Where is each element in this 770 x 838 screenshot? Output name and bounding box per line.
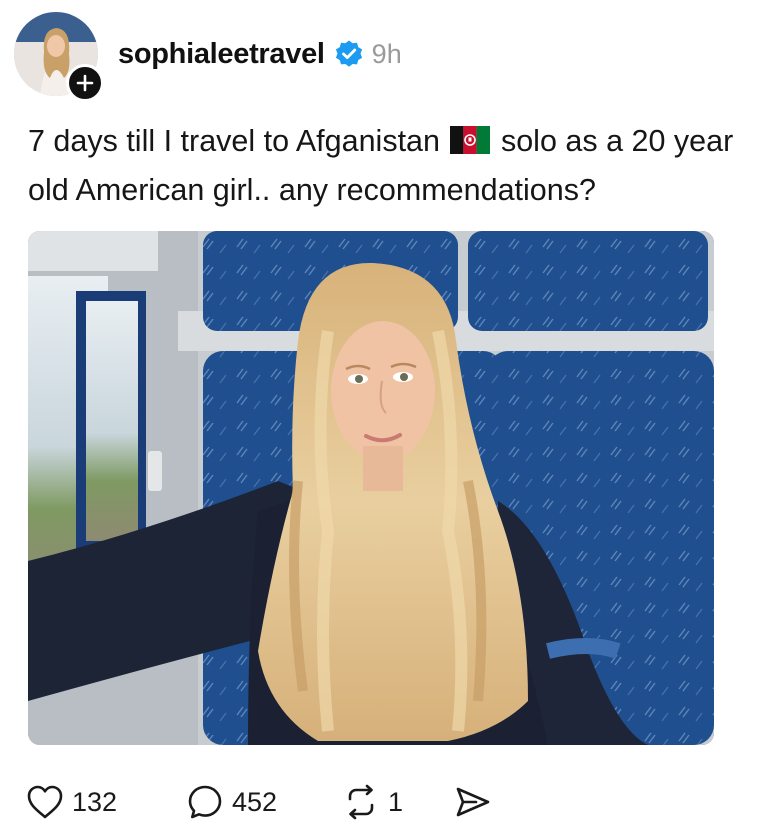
post-header: sophialeetravel 9h (118, 34, 402, 74)
post-timestamp: 9h (371, 38, 402, 69)
selfie-photo (28, 231, 714, 745)
heart-icon (27, 785, 63, 819)
share-button[interactable] (454, 784, 492, 820)
plus-icon (76, 74, 94, 92)
send-icon (456, 787, 490, 817)
post-photo[interactable] (28, 231, 714, 745)
repost-count: 1 (388, 786, 404, 817)
reply-count: 452 (232, 786, 278, 817)
avatar-container[interactable] (14, 12, 104, 102)
comment-icon (188, 785, 222, 819)
post-caption: 7 days till I travel to Afganistan solo … (28, 118, 758, 213)
like-count: 132 (72, 786, 118, 817)
follow-button[interactable] (66, 64, 104, 102)
afghanistan-flag-icon (450, 121, 491, 167)
repost-icon (348, 784, 374, 820)
post-actions-bar: 132 452 1 (26, 780, 492, 824)
username-link[interactable]: sophialeetravel (118, 38, 325, 71)
post: sophialeetravel 9h 7 days till I travel … (0, 0, 770, 838)
caption-text-part-1: 7 days till I travel to Afganistan (28, 124, 440, 158)
repost-button[interactable]: 1 (342, 784, 438, 820)
verified-badge-icon (334, 39, 364, 69)
reply-button[interactable]: 452 (186, 783, 318, 821)
like-button[interactable]: 132 (26, 784, 156, 820)
